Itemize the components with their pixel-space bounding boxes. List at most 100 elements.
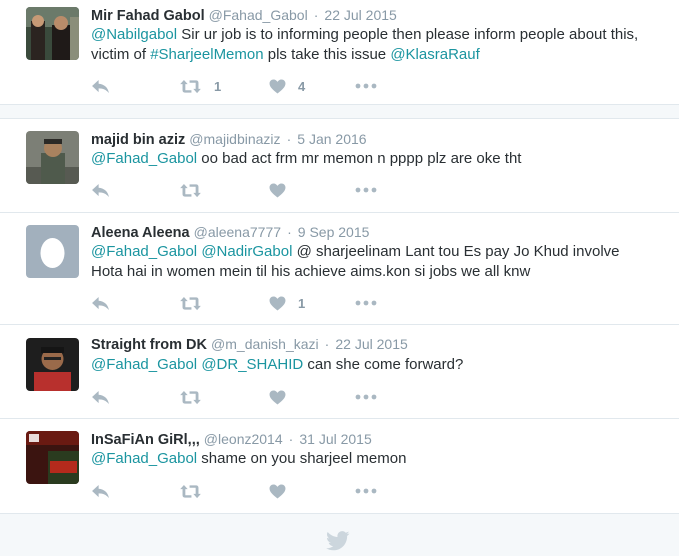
tweet-timestamp[interactable]: 31 Jul 2015: [299, 431, 371, 447]
like-button[interactable]: [269, 387, 298, 407]
more-icon: [355, 300, 377, 306]
tweet-item[interactable]: Mir Fahad Gabol @Fahad_Gabol · 22 Jul 20…: [0, 0, 679, 105]
tweet-text: @Fahad_Gabol @DR_SHAHID can she come for…: [91, 355, 651, 375]
tweet-actions: [91, 481, 391, 501]
text-segment: shame on you sharjeel memon: [197, 450, 407, 467]
separator-dot: ·: [324, 336, 330, 352]
user-handle[interactable]: @aleena7777: [194, 224, 281, 240]
tweet-header: Mir Fahad Gabol @Fahad_Gabol · 22 Jul 20…: [91, 7, 397, 24]
like-button[interactable]: 4: [269, 76, 305, 96]
user-handle[interactable]: @Fahad_Gabol: [209, 7, 308, 23]
heart-icon: [269, 183, 286, 198]
text-segment: oo bad act frm mr memon n pppp plz are o…: [197, 150, 522, 167]
heart-icon: [269, 79, 286, 94]
twitter-bird-icon: [326, 531, 350, 556]
reply-button[interactable]: [91, 180, 110, 200]
default-egg-avatar[interactable]: [26, 225, 79, 278]
more-icon: [355, 488, 377, 494]
separator-dot: ·: [313, 7, 319, 23]
tweet-text: @Nabilgabol Sir ur job is to informing p…: [91, 25, 651, 65]
tweet-item[interactable]: Aleena Aleena @aleena7777 · 9 Sep 2015 @…: [0, 213, 679, 325]
mention-link[interactable]: @NadirGabol: [201, 243, 292, 260]
user-handle[interactable]: @leonz2014: [204, 431, 283, 447]
retweet-icon: [179, 79, 202, 94]
heart-icon: [269, 296, 286, 311]
avatar[interactable]: [26, 7, 79, 60]
heart-icon: [269, 390, 286, 405]
text-segment: pls take this issue: [263, 46, 391, 63]
tweet-item[interactable]: InSaFiAn GiRl,,, @leonz2014 · 31 Jul 201…: [0, 419, 679, 514]
reply-icon: [91, 390, 110, 405]
retweet-icon: [179, 296, 202, 311]
like-button[interactable]: [269, 481, 298, 501]
tweet-actions: [91, 387, 391, 407]
tweet-header: Straight from DK @m_danish_kazi · 22 Jul…: [91, 336, 408, 353]
retweet-icon: [179, 183, 202, 198]
user-name[interactable]: majid bin aziz: [91, 132, 185, 148]
user-name[interactable]: InSaFiAn GiRl,,,: [91, 432, 200, 448]
mention-link[interactable]: @Fahad_Gabol: [91, 356, 197, 373]
tweet-text: @Fahad_Gabol @NadirGabol @ sharjeelinam …: [91, 242, 651, 282]
avatar[interactable]: [26, 131, 79, 184]
avatar[interactable]: [26, 338, 79, 391]
reply-icon: [91, 79, 110, 94]
tweet-timestamp[interactable]: 22 Jul 2015: [324, 7, 396, 23]
reply-button[interactable]: [91, 293, 110, 313]
separator-dot: ·: [287, 224, 292, 240]
retweet-icon: [179, 484, 202, 499]
tweet-header: majid bin aziz @majidbinaziz · 5 Jan 201…: [91, 131, 367, 148]
retweet-icon: [179, 390, 202, 405]
tweet-actions: 1 4: [91, 76, 391, 96]
retweet-button[interactable]: [179, 387, 214, 407]
hashtag-link[interactable]: #SharjeelMemon: [150, 46, 263, 63]
tweet-header: InSaFiAn GiRl,,, @leonz2014 · 31 Jul 201…: [91, 431, 372, 448]
more-button[interactable]: [355, 293, 377, 313]
retweet-button[interactable]: [179, 293, 214, 313]
user-handle[interactable]: @m_danish_kazi: [211, 336, 319, 352]
tweet-actions: [91, 180, 391, 200]
tweet-item[interactable]: majid bin aziz @majidbinaziz · 5 Jan 201…: [0, 118, 679, 213]
like-count: 4: [298, 78, 306, 94]
reply-icon: [91, 183, 110, 198]
mention-link[interactable]: @Nabilgabol: [91, 26, 177, 43]
reply-icon: [91, 296, 110, 311]
tweet-actions: 1: [91, 293, 391, 313]
reply-icon: [91, 484, 110, 499]
reply-button[interactable]: [91, 481, 110, 501]
tweet-header: Aleena Aleena @aleena7777 · 9 Sep 2015: [91, 224, 369, 241]
tweet-item[interactable]: Straight from DK @m_danish_kazi · 22 Jul…: [0, 325, 679, 419]
mention-link[interactable]: @Fahad_Gabol: [91, 243, 197, 260]
text-segment: can she come forward?: [303, 356, 464, 373]
user-handle[interactable]: @majidbinaziz: [189, 131, 280, 147]
mention-link[interactable]: @KlasraRauf: [390, 46, 479, 63]
retweet-count: 1: [214, 78, 222, 94]
reply-button[interactable]: [91, 387, 110, 407]
more-icon: [355, 394, 377, 400]
retweet-button[interactable]: 1: [179, 76, 221, 96]
more-button[interactable]: [355, 76, 377, 96]
like-count: 1: [298, 295, 306, 311]
heart-icon: [269, 484, 286, 499]
more-button[interactable]: [355, 481, 377, 501]
avatar[interactable]: [26, 431, 79, 484]
more-icon: [355, 187, 377, 193]
retweet-button[interactable]: [179, 481, 214, 501]
user-name[interactable]: Straight from DK: [91, 337, 207, 353]
tweet-text: @Fahad_Gabol oo bad act frm mr memon n p…: [91, 149, 651, 169]
user-name[interactable]: Mir Fahad Gabol: [91, 8, 205, 24]
like-button[interactable]: [269, 180, 298, 200]
separator-dot: ·: [288, 431, 294, 447]
tweet-timestamp[interactable]: 22 Jul 2015: [335, 336, 407, 352]
more-button[interactable]: [355, 180, 377, 200]
mention-link[interactable]: @Fahad_Gabol: [91, 450, 197, 467]
mention-link[interactable]: @DR_SHAHID: [201, 356, 303, 373]
reply-button[interactable]: [91, 76, 110, 96]
more-button[interactable]: [355, 387, 377, 407]
mention-link[interactable]: @Fahad_Gabol: [91, 150, 197, 167]
user-name[interactable]: Aleena Aleena: [91, 225, 190, 241]
tweet-timestamp[interactable]: 9 Sep 2015: [298, 224, 370, 240]
like-button[interactable]: 1: [269, 293, 305, 313]
tweet-timestamp[interactable]: 5 Jan 2016: [297, 131, 366, 147]
retweet-button[interactable]: [179, 180, 214, 200]
more-icon: [355, 83, 377, 89]
